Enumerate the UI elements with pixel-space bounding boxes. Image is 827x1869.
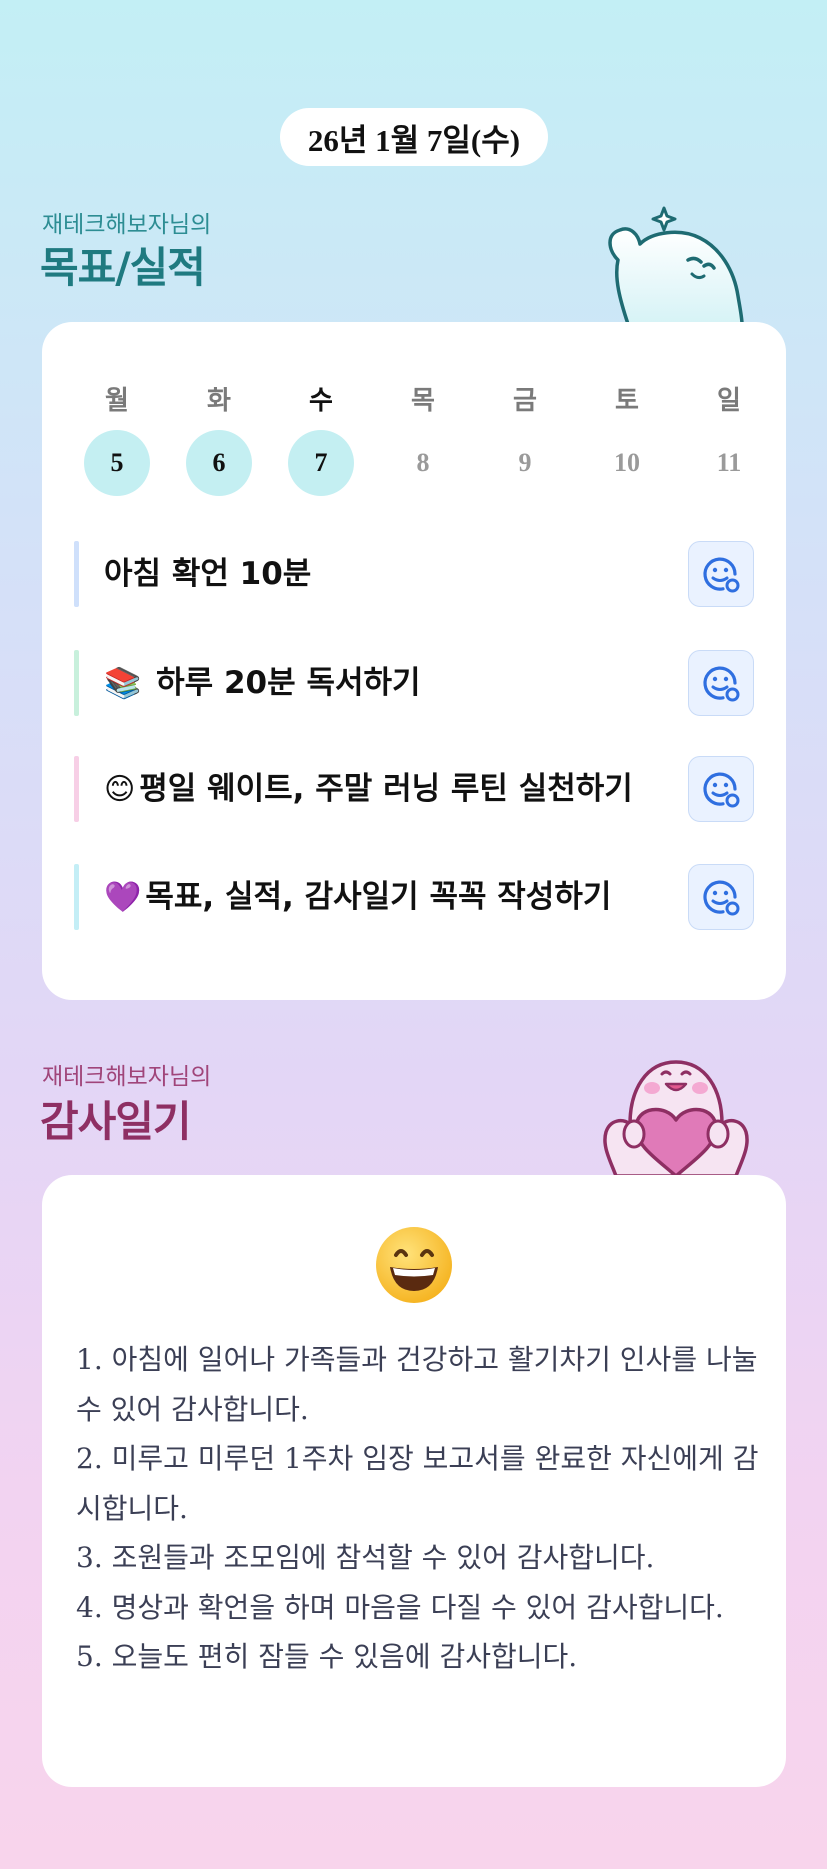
goal-text: 💜 목표, 실적, 감사일기 꼭꼭 작성하기 <box>104 864 611 930</box>
heart-mascot-illustration <box>603 1060 749 1176</box>
gratitude-card: 1. 아침에 일어나 가족들과 건강하고 활기차기 인사를 나눌 수 있어 감사… <box>42 1175 786 1787</box>
smile-add-icon[interactable] <box>688 650 754 716</box>
smile-add-icon[interactable] <box>688 756 754 822</box>
goal-item: 📚 하루 20분 독서하기 <box>74 650 754 716</box>
waving-mascot-illustration <box>608 206 744 324</box>
date-cell[interactable]: 11 <box>696 430 762 496</box>
goal-accent-bar <box>74 756 79 822</box>
goal-text: 아침 확언 10분 <box>104 541 311 607</box>
weekday-label: 목 <box>411 386 435 416</box>
weekday-label-today: 수 <box>309 386 333 416</box>
date-cell[interactable]: 5 <box>84 430 150 496</box>
weekday-label: 금 <box>513 386 537 416</box>
date-cell[interactable]: 6 <box>186 430 252 496</box>
goal-item: 😊 평일 웨이트, 주말 러닝 루틴 실천하기 <box>74 756 754 822</box>
goal-label: 목표, 실적, 감사일기 꼭꼭 작성하기 <box>145 879 612 915</box>
books-emoji-icon: 📚 <box>104 666 142 701</box>
goal-accent-bar <box>74 650 79 716</box>
gratitude-section-title: 감사일기 <box>40 1097 192 1146</box>
gratitude-entries: 1. 아침에 일어나 가족들과 건강하고 활기차기 인사를 나눌 수 있어 감사… <box>76 1335 766 1682</box>
purple-heart-emoji-icon: 💜 <box>104 880 142 915</box>
goal-text: 😊 평일 웨이트, 주말 러닝 루틴 실천하기 <box>104 756 633 822</box>
date-cell[interactable]: 8 <box>390 430 456 496</box>
goal-label: 평일 웨이트, 주말 러닝 루틴 실천하기 <box>139 771 633 807</box>
goal-label: 아침 확언 10분 <box>104 556 312 592</box>
date-cell[interactable]: 10 <box>594 430 660 496</box>
gratitude-entry: 1. 아침에 일어나 가족들과 건강하고 활기차기 인사를 나눌 수 있어 감사… <box>76 1343 758 1426</box>
gratitude-entry: 2. 미루고 미루던 1주차 임장 보고서를 완료한 자신에게 감시합니다. <box>76 1442 759 1525</box>
date-pill: 26년 1월 7일(수) <box>280 108 548 166</box>
weekday-label: 토 <box>615 386 639 416</box>
goals-section-title: 목표/실적 <box>40 243 206 292</box>
gratitude-entry: 3. 조원들과 조모임에 참석할 수 있어 감사합니다. <box>76 1541 655 1574</box>
gratitude-entry: 4. 명상과 확언을 하며 마음을 다질 수 있어 감사합니다. <box>76 1590 724 1624</box>
smile-add-icon[interactable] <box>688 541 754 607</box>
grinning-face-icon <box>376 1227 452 1303</box>
weekday-label: 일 <box>717 386 741 416</box>
goal-item: 💜 목표, 실적, 감사일기 꼭꼭 작성하기 <box>74 864 754 930</box>
week-calendar: 월 화 수 목 금 토 일 5 6 7 8 9 10 11 <box>42 372 786 496</box>
goals-card: 월 화 수 목 금 토 일 5 6 7 8 9 10 11 아침 확언 10분 … <box>42 322 786 1000</box>
weekday-label: 화 <box>207 386 231 416</box>
goal-item: 아침 확언 10분 <box>74 541 754 607</box>
goal-accent-bar <box>74 864 79 930</box>
goal-accent-bar <box>74 541 79 607</box>
gratitude-owner-label: 재테크해보자님의 <box>42 1064 212 1090</box>
smiling-face-emoji-icon: 😊 <box>104 772 136 807</box>
goal-label: 하루 20분 독서하기 <box>156 665 421 701</box>
date-cell-today[interactable]: 7 <box>288 430 354 496</box>
gratitude-entry: 5. 오늘도 편히 잠들 수 있음에 감사합니다. <box>76 1640 578 1673</box>
weekday-label: 월 <box>105 386 129 416</box>
date-cell[interactable]: 9 <box>492 430 558 496</box>
smile-add-icon[interactable] <box>688 864 754 930</box>
goal-text: 📚 하루 20분 독서하기 <box>104 650 421 716</box>
